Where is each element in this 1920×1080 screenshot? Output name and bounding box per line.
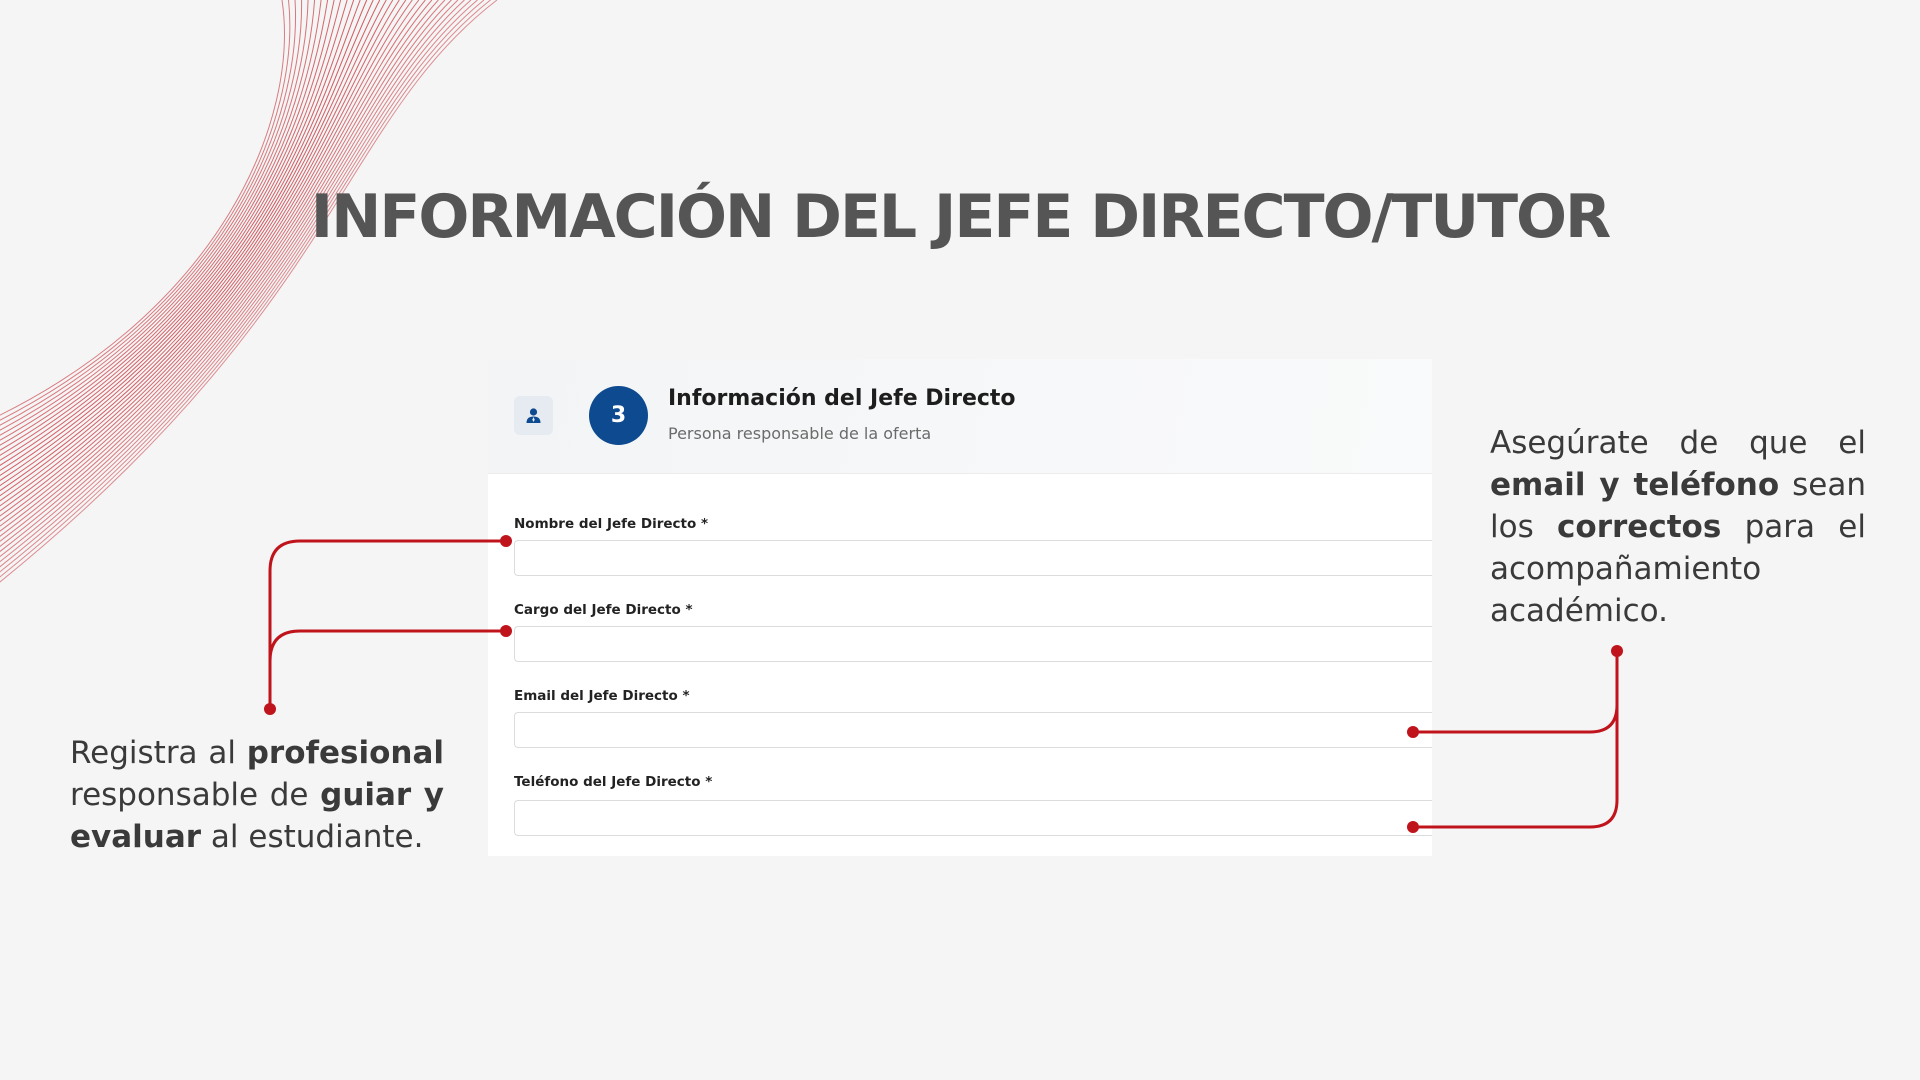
user-icon <box>514 396 553 435</box>
wave-line <box>0 0 459 552</box>
cargo-input[interactable] <box>514 626 1432 662</box>
section-title: Información del Jefe Directo <box>668 386 1016 411</box>
left-connector-cargo <box>268 629 506 662</box>
telefono-input[interactable] <box>514 800 1432 836</box>
left-annotation: Registra al profesional responsable de g… <box>70 732 444 858</box>
decorative-waves <box>0 0 498 583</box>
left-note-text: Registra al <box>70 735 247 771</box>
card-header: 3 Información del Jefe Directo Persona r… <box>488 359 1432 474</box>
nombre-label: Nombre del Jefe Directo * <box>514 516 709 532</box>
left-note-bold: profesional <box>246 735 444 771</box>
form-section-card: 3 Información del Jefe Directo Persona r… <box>488 359 1432 856</box>
wave-line <box>0 0 498 583</box>
wave-line <box>0 0 485 573</box>
right-note-bold: email y teléfono <box>1490 467 1780 503</box>
wave-line <box>0 0 407 512</box>
wave-line <box>0 0 413 517</box>
left-note-text: al estudiante. <box>201 819 424 855</box>
page-title: INFORMACIÓN DEL JEFE DIRECTO/TUTOR <box>310 182 1611 252</box>
nombre-input[interactable] <box>514 540 1432 576</box>
cargo-label: Cargo del Jefe Directo * <box>514 602 693 618</box>
email-label: Email del Jefe Directo * <box>514 688 690 704</box>
right-note-bold: correctos <box>1557 509 1722 545</box>
right-connector-telefono <box>1413 705 1619 829</box>
right-connector-email <box>1413 651 1619 734</box>
right-note-text: Asegúrate de que el <box>1490 425 1866 461</box>
email-input[interactable] <box>514 712 1432 748</box>
connector-dot <box>264 703 276 715</box>
wave-line <box>0 0 465 558</box>
connector-dot <box>1611 645 1623 657</box>
section-subtitle: Persona responsable de la oferta <box>668 424 932 443</box>
left-note-text: responsable de <box>70 777 321 813</box>
wave-line <box>0 0 394 502</box>
wave-line <box>0 0 446 542</box>
telefono-label: Teléfono del Jefe Directo * <box>514 774 713 790</box>
step-number-badge: 3 <box>589 386 648 445</box>
right-annotation: Asegúrate de que el email y teléfono sea… <box>1490 422 1866 632</box>
